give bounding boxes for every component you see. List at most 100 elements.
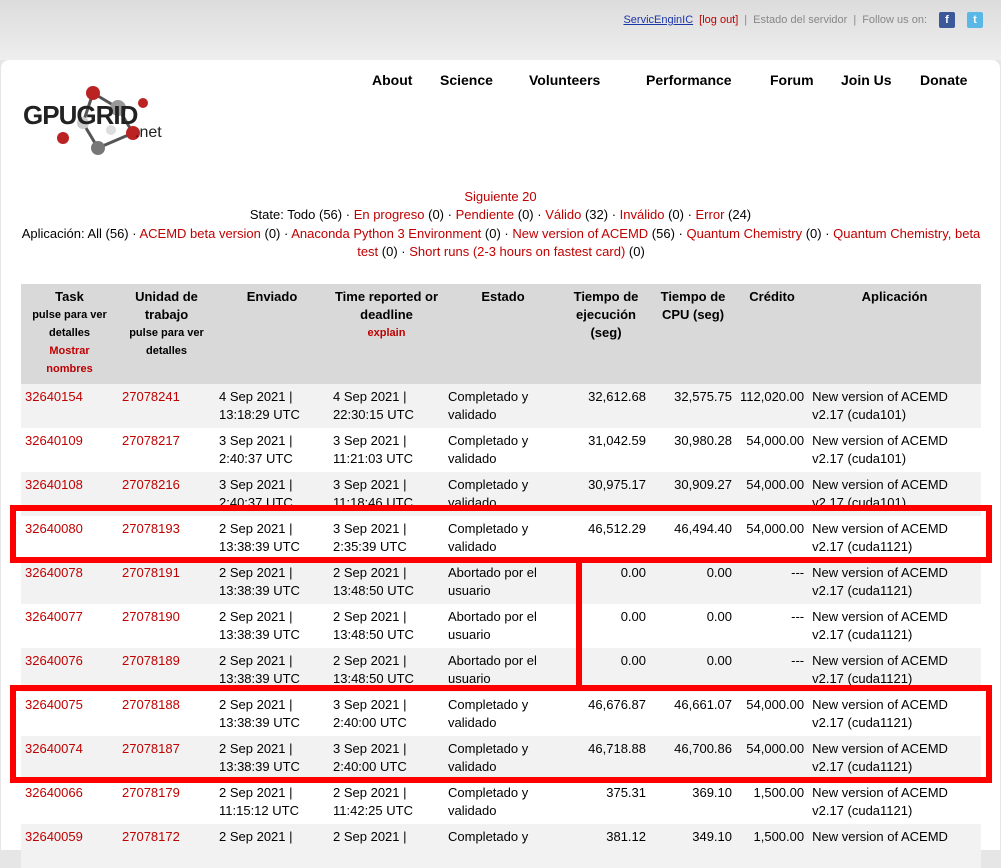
app-filter-option[interactable]: New version of ACEMD — [512, 226, 648, 241]
workunit-link[interactable]: 27078191 — [122, 565, 180, 580]
reported-time-cell: 3 Sep 2021 | 2:40:00 UTC — [329, 692, 444, 736]
application-name-cell: New version of ACEMD v2.17 (cuda1121) — [808, 604, 981, 648]
sent-time: 2 Sep 2021 | 11:15:12 UTC — [219, 785, 299, 818]
task-id-link[interactable]: 32640077 — [25, 609, 83, 624]
cpu-time: 0.00 — [706, 565, 732, 580]
col-reported: Time reported or deadline explain — [329, 284, 444, 384]
credit-value-cell: 54,000.00 — [736, 692, 808, 736]
task-id-link-cell: 32640154 — [21, 384, 118, 428]
app-filter-count: (0) — [625, 244, 645, 259]
server-status-link[interactable]: Estado del servidor — [753, 14, 847, 26]
credit-value-cell: 54,000.00 — [736, 736, 809, 780]
workunit-link[interactable]: 27078217 — [122, 433, 180, 448]
nav-science[interactable]: Science — [440, 72, 493, 88]
application-name: New version of ACEMD v2.17 (cuda101) — [812, 389, 948, 422]
cpu-time-cell: 46,700.86 — [650, 736, 736, 780]
workunit-link-cell: 27078241 — [118, 384, 215, 428]
credit-value-cell: 54,000.00 — [736, 472, 809, 516]
logout-link[interactable]: [log out] — [699, 14, 738, 26]
nav-forum[interactable]: Forum — [770, 72, 814, 88]
run-time: 32,612.68 — [588, 389, 646, 404]
next-page-link[interactable]: Siguiente 20 — [1, 189, 1000, 204]
task-id-link[interactable]: 32640108 — [25, 477, 83, 492]
workunit-link[interactable]: 27078179 — [122, 785, 180, 800]
twitter-icon[interactable]: t — [967, 12, 983, 28]
sent-time: 4 Sep 2021 | 13:18:29 UTC — [219, 389, 300, 422]
workunit-link[interactable]: 27078190 — [122, 609, 180, 624]
run-time-cell: 0.00 — [562, 604, 650, 648]
task-id-link[interactable]: 32640154 — [25, 389, 83, 404]
cpu-time: 46,661.07 — [674, 697, 732, 712]
task-id-link[interactable]: 32640066 — [25, 785, 83, 800]
workunit-link[interactable]: 27078189 — [122, 653, 180, 668]
sent-time-cell: 2 Sep 2021 | 13:38:39 UTC — [215, 516, 329, 560]
state-filter-option[interactable]: Inválido — [620, 207, 665, 222]
cpu-time: 30,980.28 — [674, 433, 732, 448]
cpu-time: 349.10 — [692, 829, 732, 844]
reported-time-cell: 3 Sep 2021 | 2:40:00 UTC — [329, 736, 444, 780]
task-id-link[interactable]: 32640109 — [25, 433, 83, 448]
credit-value: 54,000.00 — [746, 741, 805, 756]
task-id-link[interactable]: 32640074 — [25, 741, 83, 756]
credit-value-cell: 1,500.00 — [736, 780, 808, 824]
run-time-cell: 375.31 — [562, 780, 650, 824]
reported-time: 2 Sep 2021 | — [333, 829, 407, 844]
reported-time: 2 Sep 2021 | 13:48:50 UTC — [333, 653, 414, 686]
task-id-link-cell: 32640108 — [21, 472, 118, 516]
task-id-link-cell: 32640059 — [21, 824, 118, 868]
main-nav: About Science Volunteers Performance For… — [1, 72, 1000, 92]
state-filter-option[interactable]: Válido — [545, 207, 581, 222]
explain-link[interactable]: explain — [333, 324, 440, 342]
application-name-cell: New version of ACEMD v2.17 (cuda1121) — [808, 648, 981, 692]
app-filter-option[interactable]: Anaconda Python 3 Environment — [291, 226, 481, 241]
main-page: GPUGRID .net About Science Volunteers Pe… — [1, 60, 1000, 868]
workunit-link-cell: 27078189 — [118, 648, 215, 692]
state-filter-option[interactable]: Pendiente — [456, 207, 515, 222]
nav-performance[interactable]: Performance — [646, 72, 732, 88]
task-id-link[interactable]: 32640078 — [25, 565, 83, 580]
task-id-link[interactable]: 32640075 — [25, 697, 83, 712]
task-state: Completado y — [448, 829, 529, 844]
cpu-time: 32,575.75 — [674, 389, 732, 404]
col-runtime: Tiempo de ejecución (seg) — [562, 284, 650, 384]
run-time: 31,042.59 — [588, 433, 646, 448]
application-name: New version of ACEMD v2.17 (cuda101) — [812, 477, 948, 510]
sent-time: 2 Sep 2021 | 13:38:39 UTC — [219, 609, 300, 642]
task-id-link[interactable]: 32640080 — [25, 521, 83, 536]
state-filter-option[interactable]: Error — [696, 207, 725, 222]
workunit-link[interactable]: 27078216 — [122, 477, 180, 492]
run-time-cell: 381.12 — [562, 824, 650, 868]
run-time-cell: 0.00 — [562, 560, 650, 604]
nav-about[interactable]: About — [372, 72, 412, 88]
app-filter-option[interactable]: Short runs (2-3 hours on fastest card) — [409, 244, 625, 259]
sent-time-cell: 2 Sep 2021 | 13:38:39 UTC — [215, 604, 329, 648]
table-row: 32640077 27078190 2 Sep 2021 | 13:38:39 UT… — [21, 604, 981, 648]
app-filter-option[interactable]: Quantum Chemistry — [686, 226, 802, 241]
sent-time-cell: 2 Sep 2021 | 13:38:39 UTC — [215, 560, 329, 604]
task-id-link[interactable]: 32640059 — [25, 829, 83, 844]
nav-volunteers[interactable]: Volunteers — [529, 72, 600, 88]
task-state: Abortado por el usuario — [448, 565, 537, 598]
run-time: 46,512.29 — [588, 521, 646, 536]
nav-donate[interactable]: Donate — [920, 72, 967, 88]
workunit-link[interactable]: 27078188 — [122, 697, 180, 712]
nav-join-us[interactable]: Join Us — [841, 72, 892, 88]
workunit-link[interactable]: 27078193 — [122, 521, 180, 536]
workunit-link[interactable]: 27078187 — [122, 741, 180, 756]
task-id-link[interactable]: 32640076 — [25, 653, 83, 668]
username-link[interactable]: ServicEnginIC — [623, 14, 693, 26]
state-filter-option[interactable]: En progreso — [354, 207, 425, 222]
facebook-icon[interactable]: f — [939, 12, 955, 28]
show-names-link[interactable]: Mostrar nombres — [25, 342, 114, 378]
workunit-link[interactable]: 27078241 — [122, 389, 180, 404]
table-header-row: Task pulse para ver detalles Mostrar nom… — [21, 284, 981, 384]
col-task-label: Task — [55, 289, 84, 304]
run-time: 0.00 — [620, 565, 646, 580]
follow-label: Follow us on: — [862, 14, 927, 26]
credit-value: 1,500.00 — [753, 785, 805, 800]
application-name: New version of ACEMD — [812, 829, 948, 844]
workunit-link[interactable]: 27078172 — [122, 829, 180, 844]
app-filter-option[interactable]: ACEMD beta version — [139, 226, 260, 241]
credit-value: --- — [791, 565, 805, 580]
cpu-time-cell: 32,575.75 — [650, 384, 736, 428]
